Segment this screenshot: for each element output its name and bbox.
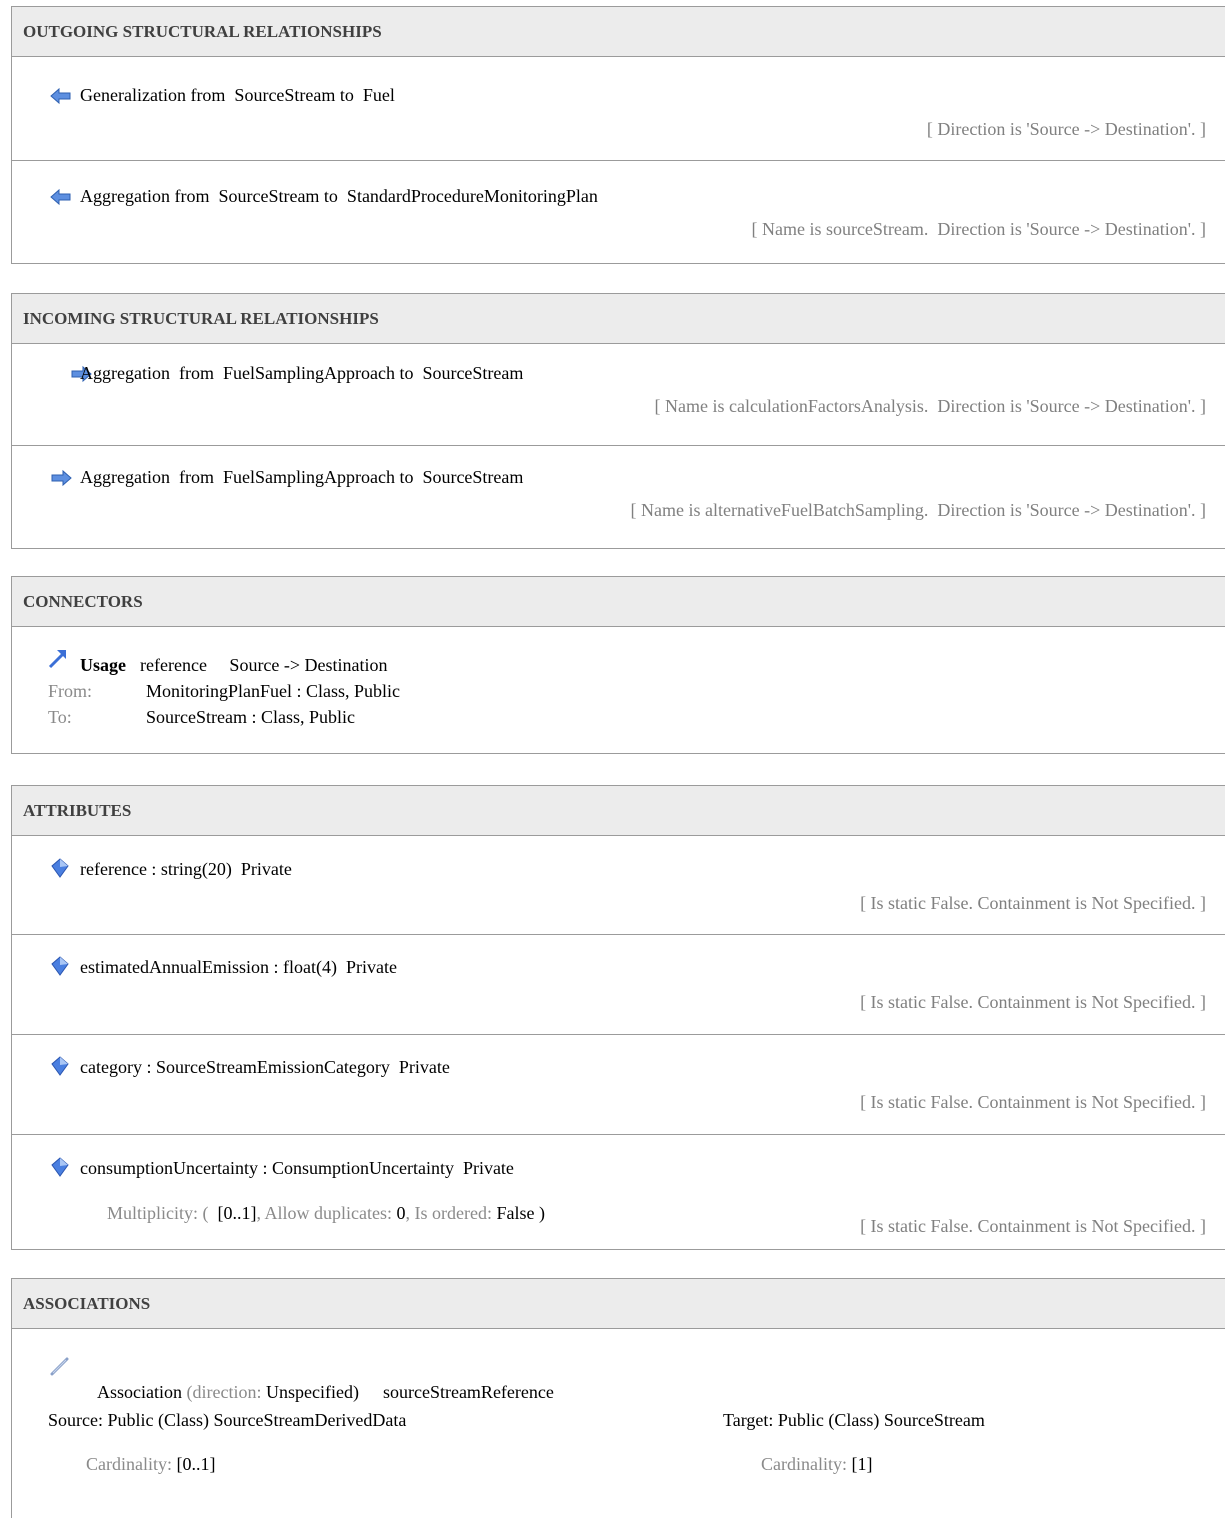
section-header: OUTGOING STRUCTURAL RELATIONSHIPS xyxy=(12,7,1225,57)
relationship-detail: [ Name is calculationFactorsAnalysis. Di… xyxy=(654,396,1206,416)
attribute-icon xyxy=(51,956,69,976)
attribute-text: category : SourceStreamEmissionCategory … xyxy=(80,1057,450,1077)
attribute-text: estimatedAnnualEmission : float(4) Priva… xyxy=(80,957,397,977)
relationship-row: Aggregation from FuelSamplingApproach to… xyxy=(12,344,1225,446)
usage-label: Usage xyxy=(80,655,126,675)
attribute-icon xyxy=(51,1056,69,1076)
usage-text: reference Source -> Destination xyxy=(140,655,388,675)
outgoing-relationships-section: OUTGOING STRUCTURAL RELATIONSHIPS Genera… xyxy=(11,6,1225,264)
attribute-row: estimatedAnnualEmission : float(4) Priva… xyxy=(12,935,1225,1035)
section-header: ASSOCIATIONS xyxy=(12,1279,1225,1329)
duplicates-label: , Allow duplicates: xyxy=(256,1203,397,1223)
role-name: sourceStreamReference xyxy=(382,1382,554,1402)
attribute-detail: [ Is static False. Containment is Not Sp… xyxy=(860,1216,1206,1236)
arrow-left-icon xyxy=(50,188,71,206)
connectors-section: CONNECTORS Usage reference Source -> Des… xyxy=(11,576,1225,754)
attribute-row: consumptionUncertainty : ConsumptionUnce… xyxy=(12,1135,1225,1249)
attribute-detail: [ Is static False. Containment is Not Sp… xyxy=(860,893,1206,913)
ordered-value: False xyxy=(496,1203,535,1223)
relationship-row: Generalization from SourceStream to Fuel… xyxy=(12,57,1225,161)
relationship-detail: [ Direction is 'Source -> Destination'. … xyxy=(926,119,1206,139)
source-cardinality: Cardinality: [0..1] xyxy=(68,1431,215,1497)
section-header: CONNECTORS xyxy=(12,577,1225,627)
arrow-left-icon xyxy=(50,87,71,105)
from-label: From: xyxy=(48,681,93,701)
relationship-row: Aggregation from SourceStream to Standar… xyxy=(12,161,1225,263)
attribute-text: consumptionUncertainty : ConsumptionUnce… xyxy=(80,1158,514,1178)
direction-label: direction: xyxy=(192,1382,266,1402)
multiplicity-value: [0..1] xyxy=(217,1203,257,1223)
direction-value: Unspecified) xyxy=(266,1382,359,1402)
attribute-text: reference : string(20) Private xyxy=(80,859,292,879)
attribute-multiplicity: Multiplicity: ( [0..1], Allow duplicates… xyxy=(80,1180,545,1246)
attribute-icon xyxy=(51,858,69,878)
relationship-detail: [ Name is sourceStream. Direction is 'So… xyxy=(751,219,1206,239)
cardinality-label: Cardinality: xyxy=(86,1454,177,1474)
cardinality-label: Cardinality: xyxy=(761,1454,852,1474)
association-line-icon xyxy=(50,1357,69,1376)
incoming-relationships-section: INCOMING STRUCTURAL RELATIONSHIPS Aggreg… xyxy=(11,293,1225,549)
attribute-row: category : SourceStreamEmissionCategory … xyxy=(12,1035,1225,1135)
association-source: Source: Public (Class) SourceStreamDeriv… xyxy=(48,1410,407,1430)
relationship-text: Generalization from SourceStream to Fuel xyxy=(80,85,395,105)
relationship-text: Aggregation from FuelSamplingApproach to… xyxy=(80,467,524,487)
attributes-section: ATTRIBUTES reference : string(20) Privat… xyxy=(11,785,1225,1250)
association-prefix: Association xyxy=(97,1382,187,1402)
relationship-text: Aggregation from SourceStream to Standar… xyxy=(80,186,598,206)
associations-section: ASSOCIATIONS Association (direction: Uns… xyxy=(11,1278,1225,1518)
cardinality-value: [0..1] xyxy=(176,1454,216,1474)
section-header: INCOMING STRUCTURAL RELATIONSHIPS xyxy=(12,294,1225,344)
relationship-text: Aggregation from FuelSamplingApproach to… xyxy=(80,363,524,383)
to-value: SourceStream : Class, Public xyxy=(146,707,355,727)
target-cardinality: Cardinality: [1] xyxy=(743,1431,872,1497)
multiplicity-label: Multiplicity: ( xyxy=(107,1203,218,1223)
cardinality-value: [1] xyxy=(851,1454,873,1474)
from-value: MonitoringPlanFuel : Class, Public xyxy=(146,681,401,701)
attribute-icon xyxy=(51,1157,69,1177)
to-label: To: xyxy=(48,707,72,727)
section-header: ATTRIBUTES xyxy=(12,786,1225,836)
ordered-label: , Is ordered: xyxy=(405,1203,497,1223)
attribute-row: reference : string(20) Private [ Is stat… xyxy=(12,836,1225,935)
attribute-detail: [ Is static False. Containment is Not Sp… xyxy=(860,1092,1206,1112)
association-target: Target: Public (Class) SourceStream xyxy=(723,1410,985,1430)
multiplicity-close: ) xyxy=(534,1203,545,1223)
arrow-right-icon xyxy=(51,469,72,487)
usage-arrow-icon xyxy=(48,650,66,669)
relationship-row: Aggregation from FuelSamplingApproach to… xyxy=(12,446,1225,548)
relationship-detail: [ Name is alternativeFuelBatchSampling. … xyxy=(630,500,1207,520)
attribute-detail: [ Is static False. Containment is Not Sp… xyxy=(860,992,1206,1012)
